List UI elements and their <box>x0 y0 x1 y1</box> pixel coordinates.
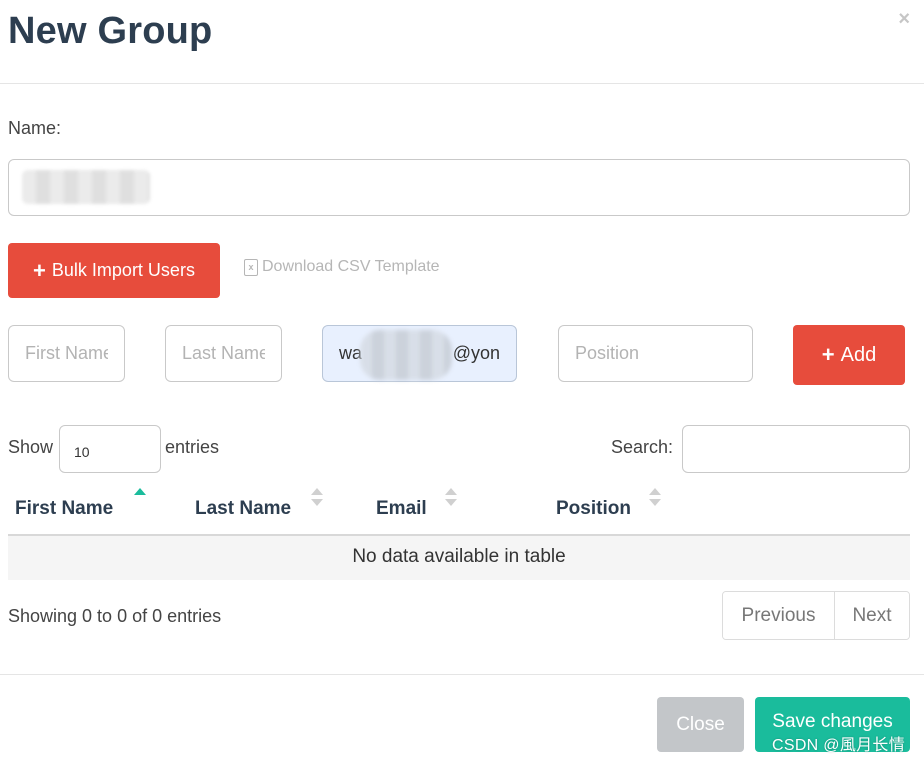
sort-desc-indicator <box>311 499 323 506</box>
plus-icon: + <box>821 342 835 367</box>
last-name-input[interactable] <box>165 325 282 382</box>
sort-icon[interactable] <box>445 488 457 510</box>
column-header-first-name[interactable]: First Name <box>15 498 113 520</box>
csv-template-label: Download CSV Template <box>262 258 440 275</box>
new-group-modal: New Group × Name: + Bulk Import Users x … <box>0 0 924 761</box>
search-input[interactable] <box>682 425 910 473</box>
modal-title: New Group <box>8 10 213 52</box>
search-label: Search: <box>611 437 674 457</box>
sort-asc-indicator <box>445 488 457 495</box>
previous-page-button[interactable]: Previous <box>723 592 835 639</box>
add-user-button[interactable]: + Add <box>793 325 905 385</box>
plus-icon: + <box>33 257 46 283</box>
column-header-last-name[interactable]: Last Name <box>195 498 291 520</box>
pagination: Previous Next <box>722 591 910 640</box>
table-header: First Name Last Name Email Position <box>8 484 910 536</box>
column-header-position[interactable]: Position <box>556 498 631 520</box>
add-label: Add <box>840 343 877 366</box>
empty-table-message: No data available in table <box>8 536 910 580</box>
column-header-email[interactable]: Email <box>376 498 427 520</box>
sort-desc-indicator <box>445 499 457 506</box>
email-prefix: wa <box>339 343 363 363</box>
redacted-name-blur <box>22 170 150 204</box>
show-label: Show <box>8 437 54 457</box>
bulk-import-users-button[interactable]: + Bulk Import Users <box>8 243 220 298</box>
sort-icon[interactable] <box>134 488 146 510</box>
sort-asc-indicator <box>311 488 323 495</box>
email-suffix: @yon <box>452 343 500 363</box>
sort-icon[interactable] <box>311 488 323 510</box>
first-name-input[interactable] <box>8 325 125 382</box>
watermark: CSDN @風月长情 <box>772 737 906 754</box>
sort-asc-indicator <box>649 488 661 495</box>
sort-icon[interactable] <box>649 488 661 510</box>
pagination-info: Showing 0 to 0 of 0 entries <box>8 606 222 626</box>
file-excel-icon: x <box>244 258 258 276</box>
position-input[interactable] <box>558 325 753 382</box>
modal-header: New Group × <box>0 0 924 84</box>
name-label: Name: <box>8 118 62 138</box>
close-button[interactable]: Close <box>657 697 744 752</box>
redacted-email-blur <box>360 330 452 380</box>
download-csv-template-link[interactable]: x Download CSV Template <box>244 258 440 276</box>
sort-desc-indicator <box>649 499 661 506</box>
entries-label: entries <box>165 437 220 457</box>
next-page-button[interactable]: Next <box>835 592 909 639</box>
sort-asc-indicator <box>134 488 146 495</box>
close-icon[interactable]: × <box>898 8 910 31</box>
bulk-import-label: Bulk Import Users <box>51 260 195 280</box>
page-size-select[interactable]: 10 <box>59 425 161 473</box>
